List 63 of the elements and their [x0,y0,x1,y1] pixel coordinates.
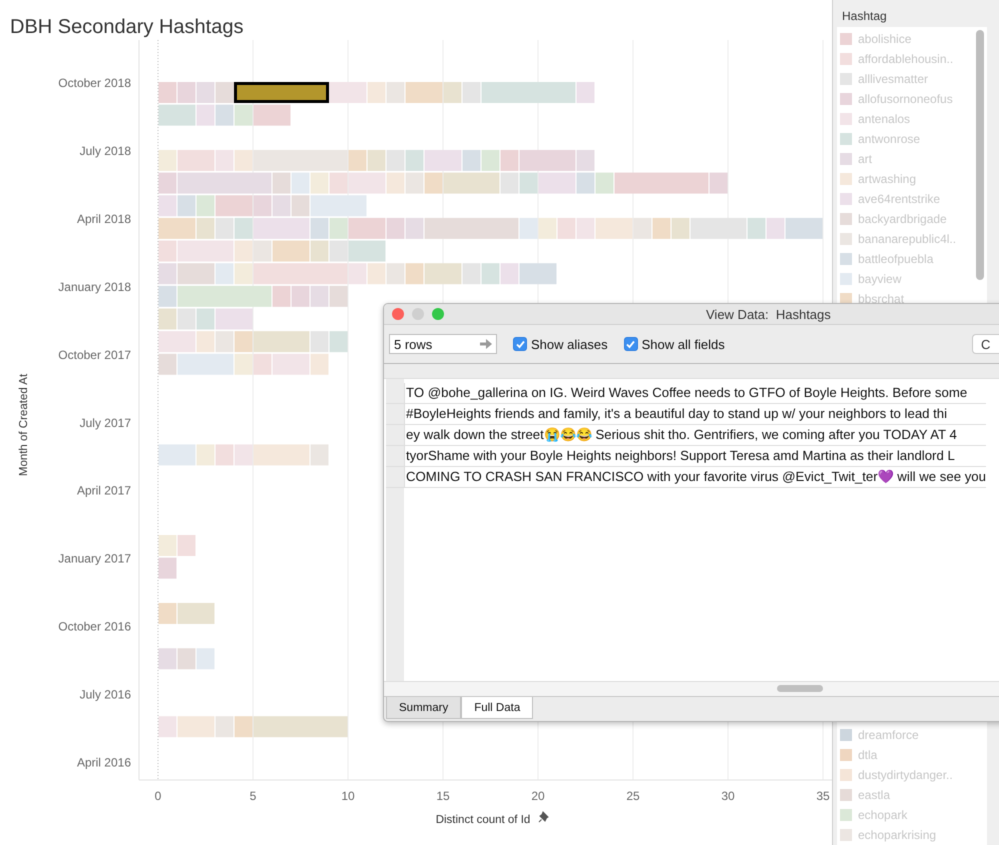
arrow-icon [480,339,492,349]
button[interactable]: C [972,334,999,354]
zoom-button[interactable] [432,308,444,320]
y-axis-label: April 2018 [76,212,131,226]
checkbox[interactable] [624,337,638,351]
x-axis-label: 30 [721,789,735,803]
x-axis-title: Distinct count of Id [436,814,530,826]
table-cell-text: COMING TO CRASH SAN FRANCISCO with your favorite virus @Evict_Twit_ter💜 will we see you [405,468,986,486]
y-axis-label: July 2018 [80,144,131,158]
legend-label[interactable]: allofusornoneofus [858,92,953,106]
scrollbar-thumb[interactable] [777,685,823,692]
legend-label[interactable]: bananarepublic4l.. [858,232,956,246]
table-cell-text: tyorShame with your Boyle Heights neighbors! Support Teresa amd Martina as their landlord L [405,447,955,465]
legend-label[interactable]: bayview [858,272,902,286]
scrollbar[interactable] [976,30,984,280]
y-axis-label: January 2017 [58,552,131,566]
legend-label[interactable]: alllivesmatter [858,72,928,86]
legend-label[interactable]: dustydirtydanger.. [858,768,953,782]
legend-label[interactable]: backyardbrigade [858,212,947,226]
table-cell-text: TO @bohe_gallerina on IG. Weird Waves Coffee needs to GTFO of Boyle Heights. Before some [405,384,968,402]
y-axis-title: Month of Created At [18,374,30,476]
legend-label[interactable]: ave64rentstrike [858,192,940,206]
legend-label[interactable]: art [858,152,872,166]
legend-label[interactable]: antwonrose [858,132,920,146]
y-axis-label: April 2016 [76,756,131,770]
legend-label[interactable]: dtla [858,748,878,762]
legend-title: Hashtag [841,8,888,25]
checkbox[interactable] [513,337,527,351]
legend-label[interactable]: battleofpuebla [858,252,934,266]
table-cell-text: ey walk down the street😭😂😂 Serious shit tho. Gentrifiers, we coming after you TODAY AT 4 [405,426,957,444]
legend-label[interactable]: echopark [858,808,908,822]
window-title: View Data: Hashtags [706,306,831,322]
checkbox-label[interactable]: Show all fields [642,336,725,352]
tab[interactable]: Full Data [461,697,534,719]
legend-label[interactable]: artwashing [858,172,916,186]
y-axis-label: July 2016 [80,688,131,702]
legend-label[interactable]: antenalos [858,112,910,126]
legend-label[interactable]: abolishice [858,32,912,46]
tab[interactable]: Summary [386,697,462,719]
x-axis-label: 10 [341,789,355,803]
x-axis-label: 35 [816,789,830,803]
x-axis-label: 25 [626,789,640,803]
x-axis-label: 5 [250,789,256,803]
y-axis-label: July 2017 [80,416,131,430]
checkbox-label[interactable]: Show aliases [531,336,608,352]
y-axis-label: October 2018 [58,76,131,90]
legend-label[interactable]: echoparkrising [858,828,936,842]
y-axis-label: October 2016 [58,620,131,634]
close-button[interactable] [392,308,404,320]
y-axis-label: October 2017 [58,348,131,362]
table-cell-text: #BoyleHeights friends and family, it's a beautiful day to stand up w/ your neighbors to lead thi [405,405,948,423]
legend-label[interactable]: eastla [858,788,890,802]
x-axis-label: 20 [531,789,545,803]
x-axis-label: 15 [436,789,450,803]
y-axis-label: April 2017 [76,484,131,498]
chart-title: DBH Secondary Hashtags [9,15,244,40]
rows-field[interactable]: 5 rows [389,334,497,354]
pin-icon[interactable] [538,812,549,822]
legend-label[interactable]: bbsrchat [858,292,904,306]
legend-label[interactable]: affordablehousin.. [858,52,954,66]
x-axis-label: 0 [154,789,162,803]
legend-label[interactable]: dreamforce [858,728,919,742]
y-axis-label: January 2018 [58,280,131,294]
